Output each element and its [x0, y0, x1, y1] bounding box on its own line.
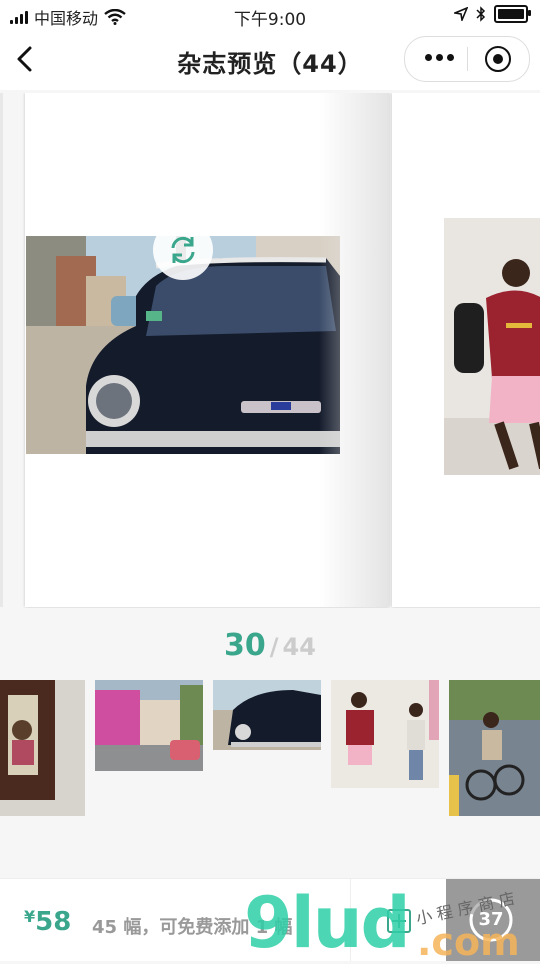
price: ¥58 [24, 907, 71, 937]
page-spine-shadow [319, 93, 389, 607]
thumbnail-people[interactable] [331, 680, 439, 788]
magazine-page-right [392, 93, 540, 607]
thumbnail-street[interactable] [95, 680, 203, 771]
target-icon[interactable] [485, 46, 511, 72]
status-bar: 中国移动 下午9:00 [0, 0, 540, 30]
thumbnail-cyclist[interactable] [449, 680, 540, 816]
page-separator: / [269, 633, 279, 661]
status-right [454, 5, 531, 23]
thumbnail-car[interactable] [213, 680, 321, 750]
bluetooth-icon [476, 6, 486, 22]
previous-page-edge [0, 93, 3, 607]
watermark-logo: 9lud [244, 882, 411, 964]
price-value: 58 [35, 907, 72, 937]
page-photo-man[interactable] [444, 218, 540, 475]
capsule-divider [467, 47, 468, 71]
page-counter: 30/44 [0, 628, 540, 663]
magazine-spread[interactable] [0, 93, 540, 608]
battery-icon [494, 5, 531, 23]
current-page: 30 [224, 628, 266, 663]
watermark-suffix: .com [417, 920, 520, 964]
magazine-page-left [25, 93, 389, 607]
refresh-icon[interactable] [153, 220, 213, 280]
mini-program-capsule [404, 36, 530, 82]
location-icon [454, 7, 468, 21]
thumbnail-window[interactable] [0, 680, 85, 816]
nav-bar: 杂志预览（44） [0, 30, 540, 90]
price-currency: ¥ [24, 907, 36, 926]
more-icon[interactable] [425, 54, 454, 61]
thumbnail-strip[interactable] [0, 680, 540, 820]
total-pages: 44 [282, 633, 316, 661]
